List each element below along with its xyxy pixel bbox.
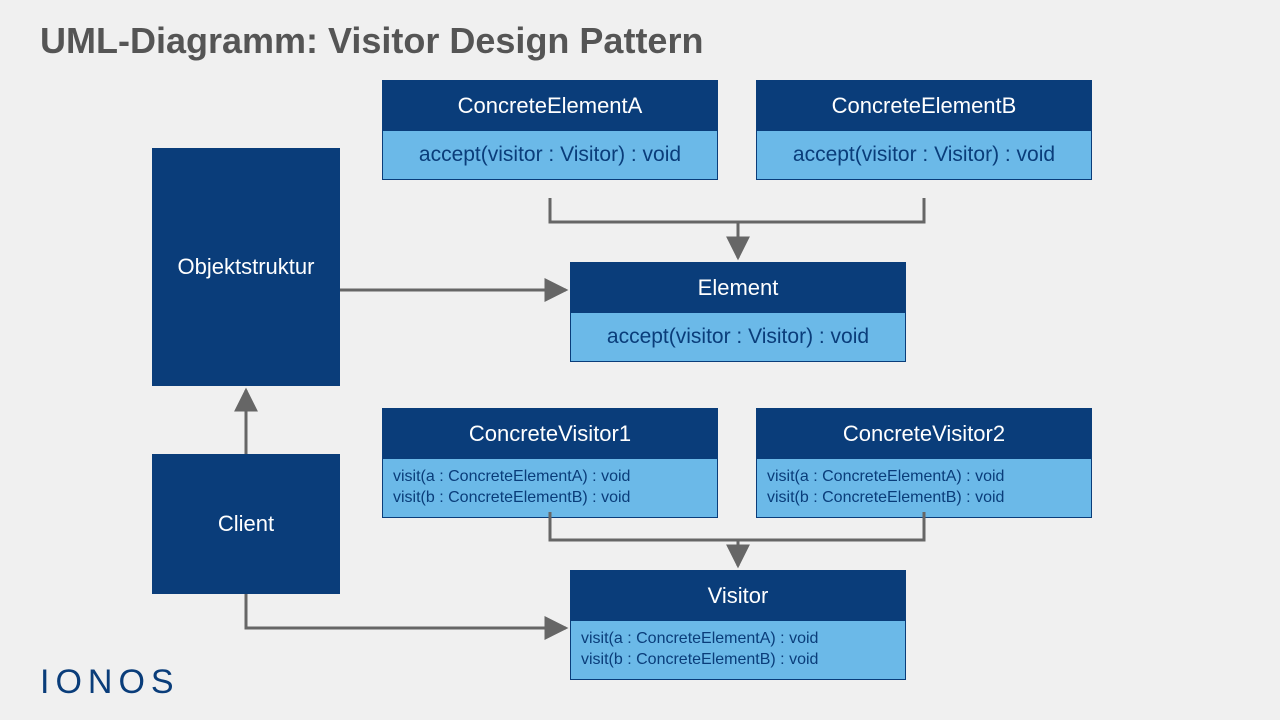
class-method: visit(a : ConcreteElementA) : void bbox=[581, 629, 895, 650]
class-name: ConcreteElementB bbox=[757, 81, 1091, 131]
node-objektstruktur: Objektstruktur bbox=[152, 148, 340, 386]
node-label: Objektstruktur bbox=[178, 254, 315, 280]
class-method: visit(a : ConcreteElementA) : void bbox=[393, 467, 707, 488]
class-name: ConcreteElementA bbox=[383, 81, 717, 131]
class-name: Visitor bbox=[571, 571, 905, 621]
class-method: visit(a : ConcreteElementA) : void bbox=[767, 467, 1081, 488]
class-name: Element bbox=[571, 263, 905, 313]
class-methods: visit(a : ConcreteElementA) : void visit… bbox=[383, 459, 717, 517]
class-method: accept(visitor : Visitor) : void bbox=[571, 313, 905, 361]
node-concrete-element-a: ConcreteElementA accept(visitor : Visito… bbox=[382, 80, 718, 180]
node-client: Client bbox=[152, 454, 340, 594]
node-element: Element accept(visitor : Visitor) : void bbox=[570, 262, 906, 362]
node-concrete-visitor-2: ConcreteVisitor2 visit(a : ConcreteEleme… bbox=[756, 408, 1092, 518]
node-visitor: Visitor visit(a : ConcreteElementA) : vo… bbox=[570, 570, 906, 680]
page-title: UML-Diagramm: Visitor Design Pattern bbox=[40, 20, 703, 62]
node-concrete-visitor-1: ConcreteVisitor1 visit(a : ConcreteEleme… bbox=[382, 408, 718, 518]
class-methods: visit(a : ConcreteElementA) : void visit… bbox=[757, 459, 1091, 517]
class-method: visit(b : ConcreteElementB) : void bbox=[581, 650, 895, 671]
class-method: visit(b : ConcreteElementB) : void bbox=[393, 488, 707, 509]
node-concrete-element-b: ConcreteElementB accept(visitor : Visito… bbox=[756, 80, 1092, 180]
class-name: ConcreteVisitor2 bbox=[757, 409, 1091, 459]
class-methods: visit(a : ConcreteElementA) : void visit… bbox=[571, 621, 905, 679]
class-name: ConcreteVisitor1 bbox=[383, 409, 717, 459]
class-method: accept(visitor : Visitor) : void bbox=[757, 131, 1091, 179]
brand-logo: IONOS bbox=[40, 663, 180, 702]
class-method: visit(b : ConcreteElementB) : void bbox=[767, 488, 1081, 509]
class-method: accept(visitor : Visitor) : void bbox=[383, 131, 717, 179]
node-label: Client bbox=[218, 511, 274, 537]
